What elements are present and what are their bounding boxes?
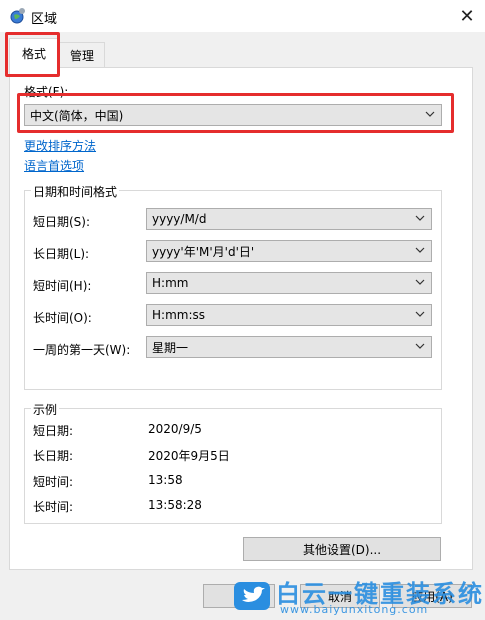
- chevron-down-icon: [415, 279, 425, 285]
- close-button[interactable]: ✕: [449, 0, 485, 32]
- chevron-down-icon: [415, 311, 425, 317]
- short-time-select[interactable]: H:mm: [146, 272, 432, 294]
- twitter-bird-logo: [234, 582, 270, 610]
- short-time-value: H:mm: [152, 276, 189, 290]
- short-date-value: yyyy/M/d: [152, 212, 207, 226]
- datetime-group-title: 日期和时间格式: [31, 183, 120, 200]
- long-time-select[interactable]: H:mm:ss: [146, 304, 432, 326]
- examples-group: 示例: [24, 401, 442, 524]
- long-date-select[interactable]: yyyy'年'M'月'd'日': [146, 240, 432, 262]
- example-long-time-value: 13:58:28: [148, 498, 202, 512]
- language-preferences-link[interactable]: 语言首选项: [24, 157, 84, 174]
- long-time-label: 长时间(O):: [33, 311, 92, 325]
- first-day-of-week-value: 星期一: [152, 340, 189, 355]
- close-icon: ✕: [459, 5, 475, 27]
- long-time-value: H:mm:ss: [152, 308, 205, 322]
- example-short-date-value: 2020/9/5: [148, 422, 202, 436]
- title-bar: 区域 ✕: [0, 0, 485, 32]
- chevron-down-icon: [415, 247, 425, 253]
- format-highlight-box: [17, 93, 454, 133]
- chevron-down-icon: [415, 343, 425, 349]
- examples-group-title: 示例: [31, 401, 60, 418]
- example-short-time-value: 13:58: [148, 473, 183, 487]
- example-long-time-label: 长时间:: [33, 500, 74, 514]
- short-time-label: 短时间(H):: [33, 279, 92, 293]
- tab-manage-label: 管理: [69, 49, 94, 63]
- first-day-of-week-select[interactable]: 星期一: [146, 336, 432, 358]
- example-short-time-label: 短时间:: [33, 475, 74, 489]
- chevron-down-icon: [415, 215, 425, 221]
- region-globe-icon: [10, 8, 25, 24]
- window-title: 区域: [31, 12, 58, 27]
- long-date-label: 长日期(L):: [33, 247, 90, 261]
- region-dialog: 区域 ✕ 格式 管理 格式(F): 中文(简体，中国) 更改排序方法 语言首选项…: [0, 0, 485, 620]
- other-settings-label: 其他设置(D)...: [302, 542, 382, 557]
- other-settings-button[interactable]: 其他设置(D)...: [243, 537, 441, 561]
- change-sort-link[interactable]: 更改排序方法: [24, 137, 96, 154]
- example-long-date-label: 长日期:: [33, 449, 74, 463]
- example-short-date-label: 短日期:: [33, 424, 74, 438]
- watermark-url: www.baiyunxitong.com: [280, 603, 429, 616]
- tab-highlight-box: [5, 32, 60, 77]
- short-date-label: 短日期(S):: [33, 215, 91, 229]
- first-day-of-week-label: 一周的第一天(W):: [33, 343, 131, 357]
- long-date-value: yyyy'年'M'月'd'日': [152, 244, 255, 259]
- short-date-select[interactable]: yyyy/M/d: [146, 208, 432, 230]
- tab-manage[interactable]: 管理: [59, 42, 105, 68]
- example-long-date-value: 2020年9月5日: [148, 449, 230, 463]
